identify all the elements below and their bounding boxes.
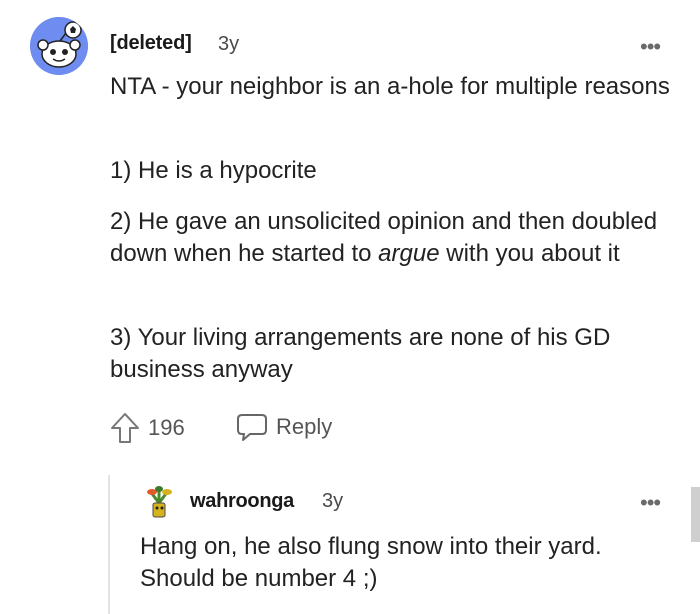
snoo-avatar-icon: [30, 17, 88, 75]
plant-avatar-icon: [140, 483, 178, 521]
reply-username[interactable]: wahroonga: [190, 490, 294, 513]
comment-paragraph-1: NTA - your neighbor is an a-hole for mul…: [110, 73, 670, 100]
reply-button[interactable]: Reply: [236, 412, 332, 442]
scrollbar-thumb[interactable]: [691, 487, 700, 542]
thread-line[interactable]: [108, 475, 110, 614]
comment-emphasis: argue: [378, 240, 440, 267]
comment-paragraph-2: 1) He is a hypocrite: [110, 157, 317, 184]
reply-body: Hang on, he also flung snow into their y…: [140, 533, 602, 592]
reply-label: Reply: [276, 414, 333, 439]
comment-paragraph-4: 3) Your living arrangements are none of …: [110, 324, 611, 383]
comment-paragraph-3-end: with you about it: [439, 240, 620, 267]
comment-paragraph-3: 2) He gave an unsolicited opinion and th…: [110, 206, 670, 270]
reply-age: 3y: [322, 490, 344, 512]
upvote-control[interactable]: 196: [110, 412, 185, 444]
reply-more-options-icon[interactable]: •••: [640, 490, 661, 516]
upvote-arrow-icon[interactable]: [110, 412, 140, 444]
comment-age: 3y: [218, 33, 240, 55]
more-options-icon[interactable]: •••: [640, 34, 661, 60]
user-avatar[interactable]: [30, 17, 88, 75]
reply-user-avatar[interactable]: [140, 483, 178, 521]
comment-username[interactable]: [deleted]: [110, 32, 192, 55]
speech-bubble-icon: [237, 414, 267, 441]
upvote-count: 196: [148, 415, 185, 440]
